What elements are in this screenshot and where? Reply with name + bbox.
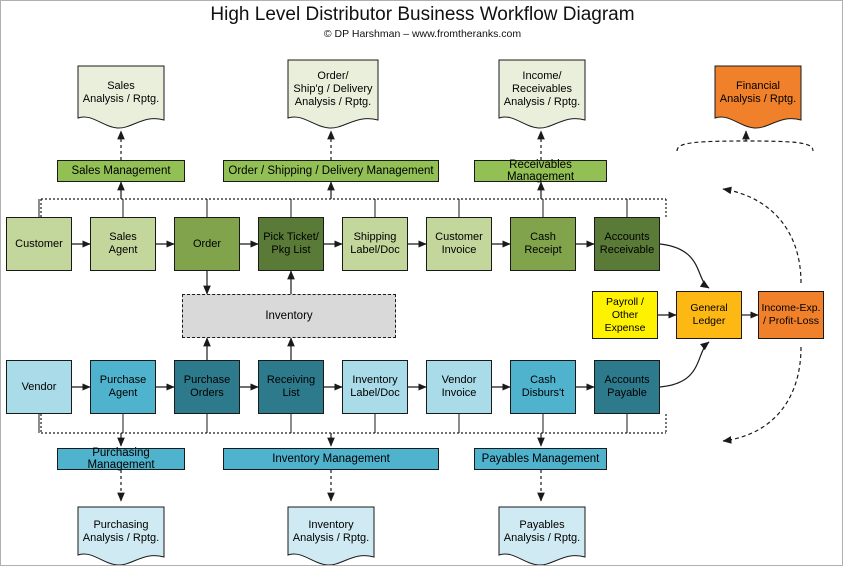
bottom-report-1[interactable]: Purchasing Analysis / Rptg.	[77, 506, 165, 565]
financial-node-2[interactable]: General Ledger	[676, 291, 742, 339]
purchase-node-3[interactable]: Purchase Orders	[174, 360, 240, 414]
top-report-2[interactable]: Order/Ship'g / Delivery Analysis / Rptg.	[287, 59, 379, 131]
report-label: Payables Analysis / Rptg.	[503, 518, 581, 544]
financial-node-1[interactable]: Payroll / Other Expense	[592, 291, 658, 339]
top-report-1[interactable]: Sales Analysis / Rptg.	[77, 65, 165, 131]
report-label: Purchasing Analysis / Rptg.	[82, 518, 160, 544]
sales-node-5[interactable]: Shipping Label/Doc	[342, 217, 408, 271]
report-label: Financial Analysis / Rptg.	[719, 79, 797, 105]
top-management-bar-3[interactable]: Receivables Management	[474, 159, 607, 183]
report-label: Sales Analysis / Rptg.	[82, 79, 160, 105]
report-label: Income/Receivables Analysis / Rptg.	[503, 70, 581, 108]
bottom-report-3[interactable]: Payables Analysis / Rptg.	[498, 506, 586, 565]
ar-to-general-ledger	[659, 243, 710, 289]
report-label: Order/Ship'g / Delivery Analysis / Rptg.	[293, 70, 373, 108]
sales-node-4[interactable]: Pick Ticket/Pkg List	[258, 217, 324, 271]
top-report-3[interactable]: Income/Receivables Analysis / Rptg.	[498, 59, 586, 131]
purchase-node-1[interactable]: Vendor	[6, 360, 72, 414]
top-management-bar-1[interactable]: Sales Management	[57, 160, 185, 182]
report-label: Inventory Analysis / Rptg.	[292, 518, 370, 544]
sales-node-1[interactable]: Customer	[6, 217, 72, 271]
ap-to-general-ledger	[659, 341, 710, 388]
sales-node-7[interactable]: Cash Receipt	[510, 217, 576, 271]
financial-node-3[interactable]: Income-Exp. / Profit-Loss	[758, 291, 824, 339]
top-report-4[interactable]: Financial Analysis / Rptg.	[714, 65, 802, 131]
purchase-node-8[interactable]: Accounts Payable	[594, 360, 660, 414]
workflow-diagram: High Level Distributor Business Workflow…	[0, 0, 843, 566]
purchase-node-7[interactable]: Cash Disburs't	[510, 360, 576, 414]
sales-node-6[interactable]: Customer Invoice	[426, 217, 492, 271]
sales-node-3[interactable]: Order	[174, 217, 240, 271]
purchase-node-2[interactable]: Purchase Agent	[90, 360, 156, 414]
sales-node-8[interactable]: Accounts Receivable	[594, 217, 660, 271]
purchase-node-6[interactable]: Vendor Invoice	[426, 360, 492, 414]
purchase-node-5[interactable]: Inventory Label/Doc	[342, 360, 408, 414]
bottom-report-2[interactable]: Inventory Analysis / Rptg.	[287, 506, 375, 565]
bottom-management-bar-2[interactable]: Inventory Management	[223, 448, 439, 470]
top-management-bar-2[interactable]: Order / Shipping / Delivery Management	[223, 160, 439, 182]
income-exp-feedback-bottom	[722, 346, 802, 444]
bottom-management-bar-3[interactable]: Payables Management	[474, 448, 607, 470]
inventory-store[interactable]: Inventory	[182, 294, 396, 338]
bottom-management-bar-1[interactable]: Purchasing Management	[57, 447, 185, 471]
sales-node-2[interactable]: Sales Agent	[90, 217, 156, 271]
income-exp-feedback-top	[722, 186, 802, 284]
purchase-node-4[interactable]: Receiving List	[258, 360, 324, 414]
financial-brace	[676, 140, 814, 152]
